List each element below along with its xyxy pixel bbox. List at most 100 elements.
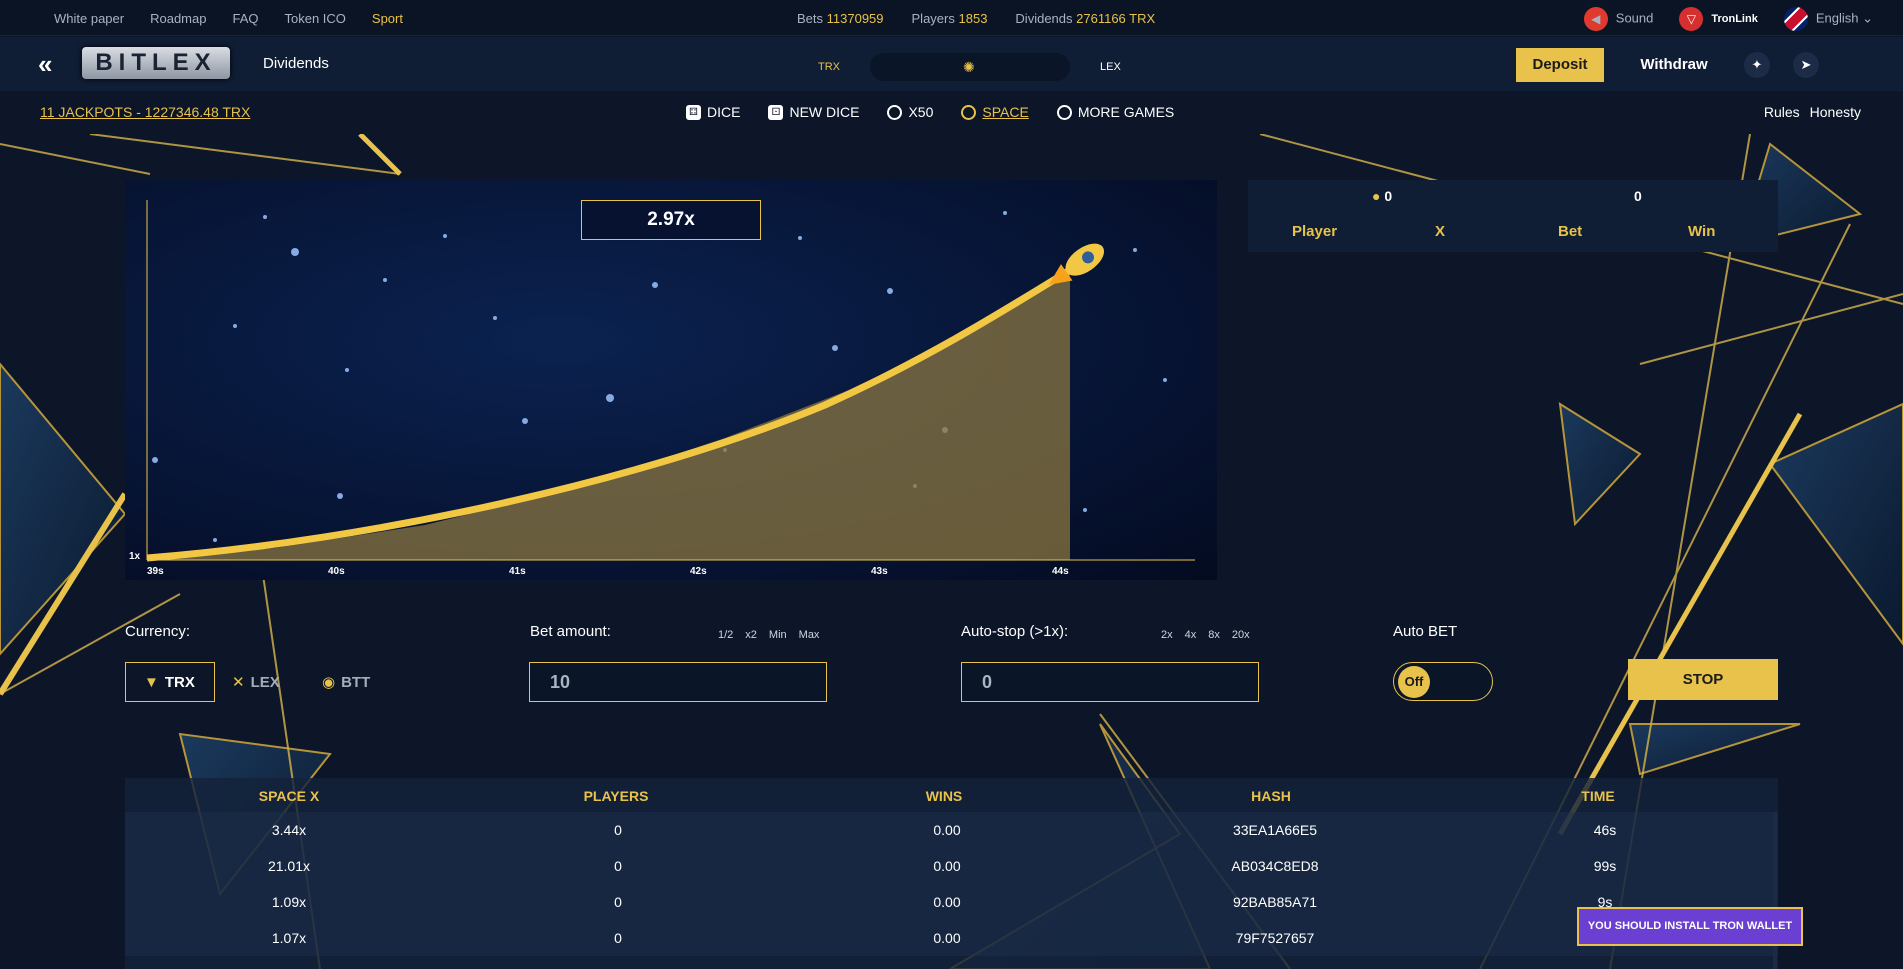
bet-half-button[interactable]: 1/2 [718,629,733,641]
x-tick: 43s [871,566,888,577]
autostop-4x-button[interactable]: 4x [1185,629,1197,641]
table-cell: 92BAB85A71 [1232,894,1318,910]
player-count: ● 0 [1372,188,1392,204]
table-cell: 46s [1593,822,1617,838]
currency-trx-button[interactable]: ▼ TRX [125,662,215,702]
table-row[interactable]: 3.44x 0 0.00 33EA1A66E5 46s [125,812,1778,848]
currency-lex-button[interactable]: ✕ LEX [214,662,302,702]
game-nav: 11 JACKPOTS - 1227346.48 TRX ⚃ DICE ⚀ NEW … [0,92,1903,134]
withdraw-button[interactable]: Withdraw [1628,48,1720,82]
table-cell: 1.09x [271,894,307,910]
jackpots-link[interactable]: 11 JACKPOTS - 1227346.48 TRX [40,104,250,120]
currency-btt-button[interactable]: ◉ BTT [304,662,394,702]
table-cell: 1.07x [271,930,307,946]
nav-dice[interactable]: ⚃ DICE [686,104,740,120]
history-header-cell: SPACE X [258,788,320,804]
site-stats: Bets 11370959 Players 1853 Dividends 276… [797,11,1155,26]
table-cell: 0 [614,822,622,838]
nav-new-dice[interactable]: ⚀ NEW DICE [768,104,859,120]
uk-flag-icon [1783,7,1808,31]
roadmap-link[interactable]: Roadmap [150,11,206,26]
lex-icon: ✕ [232,674,245,691]
autostop-quick-buttons: 2x 4x 8x 20x [1161,629,1250,641]
currency-btt-label: BTT [341,673,371,691]
space-game-canvas: 1x 39s 40s 41s 42s 43s 44s 2.97x [125,180,1217,580]
stop-button[interactable]: STOP [1628,659,1778,700]
bet-count: 0 [1634,188,1642,204]
autostop-8x-button[interactable]: 8x [1208,629,1220,641]
table-cell: 0 [614,930,622,946]
bets-value: 11370959 [826,11,884,26]
tronlink-status[interactable]: ▽ TronLink [1679,7,1758,31]
currency-swap: TRX ✺ LEX [818,53,1121,81]
x-tick: 41s [509,566,526,577]
tronlink-label: TronLink [1711,12,1758,25]
nav-more-games[interactable]: MORE GAMES [1056,104,1174,120]
x-tick: 40s [328,566,345,577]
table-cell: 0 [614,858,622,874]
header: « BITLEX Dividends TRX ✺ LEX Deposit Wit… [0,37,1903,91]
nav-space[interactable]: SPACE [961,104,1029,120]
honesty-link[interactable]: Honesty [1810,104,1861,120]
bet-column-header: Bet [1558,223,1583,240]
dice-icon: ⚀ [768,104,784,120]
sound-toggle[interactable]: ◀ Sound [1583,7,1653,31]
language-label: English [1815,10,1859,26]
players-stat: Players 1853 [912,11,988,26]
autostop-input[interactable]: 0 [961,662,1259,702]
bitlex-logo[interactable]: BITLEX [82,47,230,79]
players-value: 1853 [958,11,988,26]
token-ico-link[interactable]: Token ICO [284,11,345,26]
bet-max-button[interactable]: Max [799,629,820,641]
table-cell: 79F7527657 [1235,930,1315,946]
faq-link[interactable]: FAQ [232,11,258,26]
history-table: SPACE X PLAYERS WINS HASH TIME 3.44x 0 0… [125,778,1778,969]
history-header: SPACE X PLAYERS WINS HASH TIME [125,778,1778,814]
telegram-icon[interactable]: ➤ [1793,52,1819,78]
install-wallet-toast[interactable]: YOU SHOULD INSTALL TRON WALLET [1577,907,1803,946]
players-panel: ● 0 0 Player X Bet Win [1248,180,1778,252]
twitter-icon[interactable]: ✦ [1744,52,1770,78]
rocket-icon [961,104,977,120]
bet-min-button[interactable]: Min [769,629,787,641]
bets-label: Bets [797,11,824,26]
bet-quick-buttons: 1/2 x2 Min Max [718,629,819,641]
bet-double-button[interactable]: x2 [745,629,757,641]
back-chevrons-icon[interactable]: « [38,49,52,80]
swap-slider[interactable]: ✺ [870,53,1070,81]
autobet-label: Auto BET [1393,623,1458,640]
swap-right-label: LEX [1100,61,1121,73]
history-header-cell: PLAYERS [583,788,649,804]
dividends-stat: Dividends 2761166 TRX [1015,11,1155,26]
language-selector[interactable]: English ⌄ [1783,7,1873,31]
more-games-icon [1056,104,1072,120]
autostop-20x-button[interactable]: 20x [1232,629,1250,641]
autobet-toggle[interactable]: Off [1393,662,1493,701]
dividends-link[interactable]: Dividends [263,55,329,72]
table-row[interactable]: 1.09x 0 0.00 92BAB85A71 9s [125,884,1778,920]
white-paper-link[interactable]: White paper [54,11,124,26]
x-tick: 39s [147,566,164,577]
nav-space-label: SPACE [982,104,1029,120]
autostop-2x-button[interactable]: 2x [1161,629,1173,641]
bet-amount-input[interactable]: 10 [529,662,827,702]
nav-x50[interactable]: X50 [887,104,933,120]
dice-icon: ⚃ [686,104,701,120]
deposit-button[interactable]: Deposit [1516,48,1604,82]
help-links: Rules Honesty [1764,104,1861,120]
table-row[interactable]: 1.07x 0 0.00 79F7527657 [125,920,1778,956]
rules-link[interactable]: Rules [1764,104,1800,120]
btt-icon: ◉ [322,674,336,691]
table-cell: 3.44x [271,822,307,838]
nav-dice-label: DICE [707,104,741,120]
top-links: White paper Roadmap FAQ Token ICO Sport [54,11,403,26]
sport-link[interactable]: Sport [372,11,403,26]
table-cell: 33EA1A66E5 [1232,822,1318,838]
wheel-icon [887,104,903,120]
top-bar: White paper Roadmap FAQ Token ICO Sport … [0,0,1903,36]
crash-graph: 1x 39s 40s 41s 42s 43s 44s [129,200,1195,577]
table-row[interactable]: 21.01x 0 0.00 AB034C8ED8 99s [125,848,1778,884]
top-right: ◀ Sound ▽ TronLink English ⌄ [1583,7,1873,31]
x-tick: 42s [690,566,707,577]
table-cell: 0 [614,894,622,910]
